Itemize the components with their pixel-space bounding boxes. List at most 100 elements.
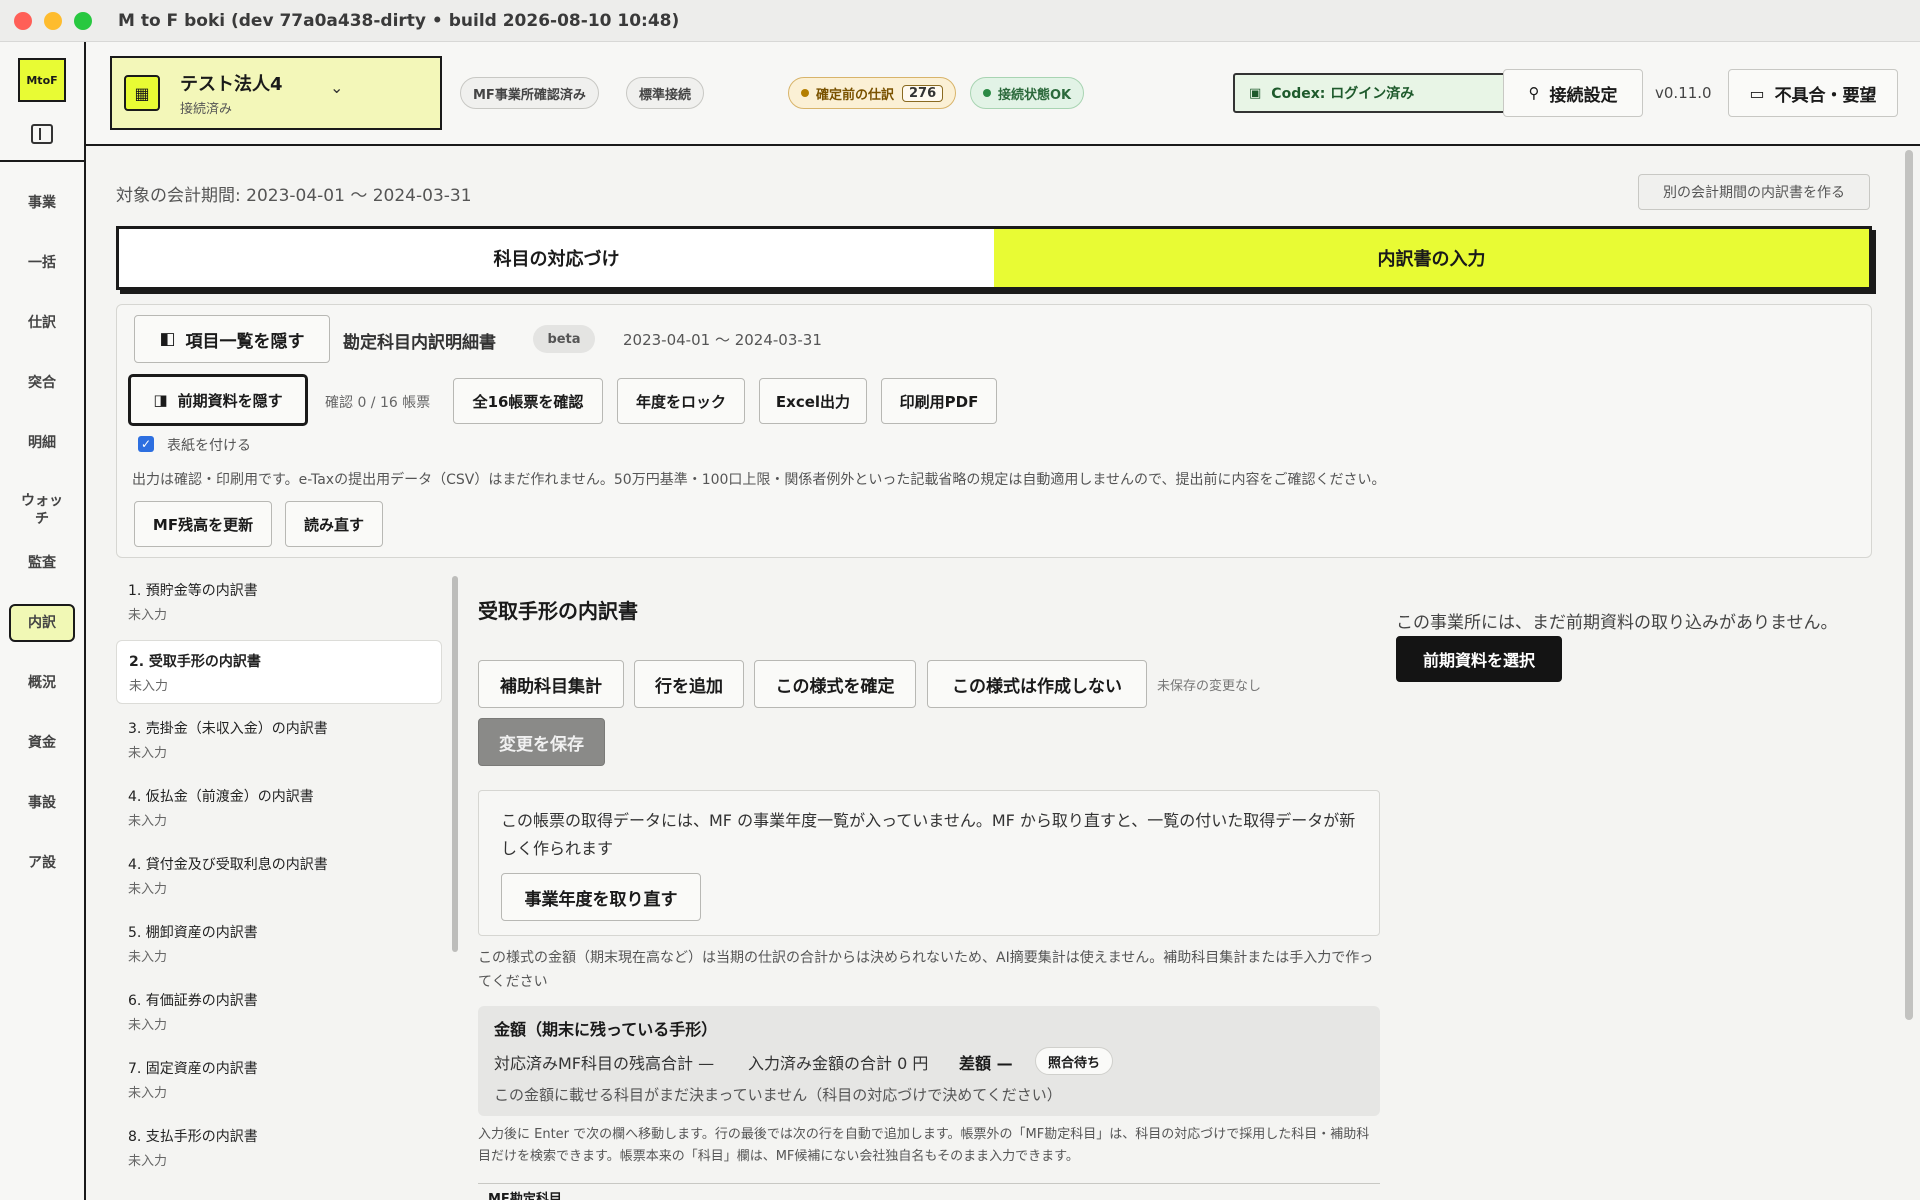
mf-confirmed-badge: MF事業所確認済み bbox=[460, 77, 599, 109]
status-dot-icon bbox=[801, 89, 809, 97]
list-item-status: 未入力 bbox=[128, 1086, 168, 1101]
rail-item-app-settings[interactable]: ア設 bbox=[9, 854, 75, 872]
sidebar-toggle-icon[interactable] bbox=[31, 124, 53, 144]
list-item[interactable]: 8. 支払手形の内訳書 未入力 bbox=[116, 1116, 442, 1180]
app-logo: MtoF bbox=[18, 58, 66, 102]
company-selector[interactable]: ▦ テスト法人4 接続済み ⌄ bbox=[110, 56, 442, 130]
list-item-status: 未入力 bbox=[128, 1154, 168, 1169]
list-item[interactable]: 1. 預貯金等の内訳書 未入力 bbox=[116, 570, 442, 634]
list-item[interactable]: 5. 棚卸資産の内訳書 未入力 bbox=[116, 912, 442, 976]
connection-settings-label: 接続設定 bbox=[1549, 85, 1618, 106]
refresh-mf-button[interactable]: MF残高を更新 bbox=[134, 501, 272, 547]
refetch-year-button[interactable]: 事業年度を取り直す bbox=[501, 873, 701, 921]
hide-list-label: 項目一覧を隠す bbox=[185, 331, 305, 352]
list-item[interactable]: 4. 貸付金及び受取利息の内訳書 未入力 bbox=[116, 844, 442, 908]
difference-value: 差額 — bbox=[959, 1054, 1013, 1073]
reload-button[interactable]: 読み直す bbox=[285, 501, 383, 547]
list-item-title: 3. 売掛金（未収入金）の内訳書 bbox=[128, 721, 328, 737]
list-item[interactable]: 4. 仮払金（前渡金）の内訳書 未入力 bbox=[116, 776, 442, 840]
window-controls bbox=[14, 11, 92, 30]
tab-breakdown-input[interactable]: 内訳書の入力 bbox=[994, 229, 1869, 287]
confirm-all-button[interactable]: 全16帳票を確認 bbox=[453, 378, 603, 424]
hide-prev-label: 前期資料を隠す bbox=[177, 391, 283, 410]
beta-badge: beta bbox=[533, 325, 595, 353]
tab-account-mapping[interactable]: 科目の対応づけ bbox=[119, 229, 994, 287]
confirm-status: 確認 0 / 16 帳票 bbox=[325, 395, 431, 411]
minimize-window-button[interactable] bbox=[44, 11, 62, 30]
pending-label: 確定前の仕訳 bbox=[816, 87, 895, 103]
building-icon: ▦ bbox=[124, 75, 160, 111]
table-header-mf-account: MF勘定科目 bbox=[488, 1192, 562, 1200]
list-item[interactable]: 3. 売掛金（未収入金）の内訳書 未入力 bbox=[116, 708, 442, 772]
list-scrollbar[interactable] bbox=[452, 576, 458, 952]
list-item-status: 未入力 bbox=[128, 814, 168, 829]
hide-list-button[interactable]: ◧ 項目一覧を隠す bbox=[134, 315, 330, 363]
connection-settings-button[interactable]: ⚲ 接続設定 bbox=[1503, 69, 1643, 117]
app-version: v0.11.0 bbox=[1655, 84, 1712, 102]
rail-item-breakdown[interactable]: 内訳 bbox=[9, 604, 75, 642]
rail-item-business-settings[interactable]: 事設 bbox=[9, 794, 75, 812]
standard-connection-badge: 標準接続 bbox=[626, 77, 705, 109]
list-item[interactable]: 6. 有価証券の内訳書 未入力 bbox=[116, 980, 442, 1044]
ai-unavailable-note: この様式の金額（期末現在高など）は当期の仕訳の合計からは決められないため、AI摘… bbox=[478, 950, 1374, 990]
hide-prev-button[interactable]: ◨ 前期資料を隠す bbox=[129, 375, 307, 425]
print-pdf-button[interactable]: 印刷用PDF bbox=[881, 378, 997, 424]
rail-item-watch[interactable]: ウォッ チ bbox=[9, 492, 75, 528]
list-item-title: 5. 棚卸資産の内訳書 bbox=[128, 925, 258, 941]
rail-item-journal[interactable]: 仕訳 bbox=[9, 314, 75, 332]
main-scrollbar[interactable] bbox=[1905, 150, 1913, 1020]
form-list: 1. 預貯金等の内訳書 未入力 2. 受取手形の内訳書 未入力 3. 売掛金（未… bbox=[116, 570, 442, 1200]
amount-note: この金額に載せる科目がまだ決まっていません（科目の対応づけで決めてください） bbox=[494, 1086, 1062, 1104]
rail-item-funds[interactable]: 資金 bbox=[9, 734, 75, 752]
cover-checkbox[interactable]: ✓ bbox=[138, 436, 154, 452]
rail-item-audit[interactable]: 監査 bbox=[9, 554, 75, 572]
list-item-status: 未入力 bbox=[128, 882, 168, 897]
amount-summary: 金額（期末に残っている手形） 対応済みMF科目の残高合計 — 入力済み金額の合計… bbox=[478, 1006, 1380, 1116]
sub-aggregate-button[interactable]: 補助科目集計 bbox=[478, 660, 624, 708]
chip-icon: ▣ bbox=[1249, 85, 1262, 101]
enter-help-note: 入力後に Enter で次の欄へ移動します。行の最後では次の行を自動で追加します… bbox=[478, 1127, 1370, 1164]
lock-year-button[interactable]: 年度をロック bbox=[617, 378, 745, 424]
close-window-button[interactable] bbox=[14, 11, 32, 30]
title-bar: M to F boki (dev 77a0a438-dirty • build … bbox=[0, 0, 1920, 42]
list-item-status: 未入力 bbox=[128, 1018, 168, 1033]
company-status: 接続済み bbox=[180, 102, 233, 117]
rail-item-bulk[interactable]: 一括 bbox=[9, 254, 75, 272]
feedback-button[interactable]: ▭ 不具合・要望 bbox=[1728, 69, 1898, 117]
rail-item-overview[interactable]: 概況 bbox=[9, 674, 75, 692]
no-prev-message: この事業所には、まだ前期資料の取り込みがありません。 bbox=[1396, 613, 1838, 633]
zoom-window-button[interactable] bbox=[74, 11, 92, 30]
chevron-down-icon: ⌄ bbox=[330, 78, 344, 97]
codex-label: Codex: ログイン済み bbox=[1271, 86, 1415, 102]
connection-ok-label: 接続状態OK bbox=[998, 87, 1072, 103]
list-item-title: 7. 固定資産の内訳書 bbox=[128, 1061, 258, 1077]
other-period-button[interactable]: 別の会計期間の内訳書を作る bbox=[1638, 174, 1870, 210]
window-title: M to F boki (dev 77a0a438-dirty • build … bbox=[118, 10, 680, 31]
rail-item-business[interactable]: 事業 bbox=[9, 194, 75, 212]
amount-title: 金額（期末に残っている手形） bbox=[494, 1020, 718, 1039]
panel-collapse-icon: ◧ bbox=[159, 329, 176, 349]
list-item-title: 2. 受取手形の内訳書 bbox=[129, 654, 261, 670]
refetch-notice-text: この帳票の取得データには、MF の事業年度一覧が入っていません。MF から取り直… bbox=[501, 811, 1356, 858]
rail-item-details[interactable]: 明細 bbox=[9, 434, 75, 452]
list-item[interactable]: 7. 固定資産の内訳書 未入力 bbox=[116, 1048, 442, 1112]
save-button[interactable]: 変更を保存 bbox=[478, 718, 605, 766]
rail-item-reconcile[interactable]: 突合 bbox=[9, 374, 75, 392]
status-badge: 照合待ち bbox=[1035, 1047, 1114, 1075]
list-item-title: 8. 支払手形の内訳書 bbox=[128, 1129, 258, 1145]
confirm-format-button[interactable]: この様式を確定 bbox=[754, 660, 916, 708]
excel-export-button[interactable]: Excel出力 bbox=[759, 378, 867, 424]
list-item-title: 4. 貸付金及び受取利息の内訳書 bbox=[128, 857, 328, 873]
mf-balance-total: 対応済みMF科目の残高合計 — bbox=[494, 1054, 715, 1073]
app-header: ▦ テスト法人4 接続済み ⌄ MF事業所確認済み 標準接続 確定前の仕訳 27… bbox=[86, 42, 1920, 146]
select-prev-button[interactable]: 前期資料を選択 bbox=[1396, 636, 1562, 682]
pending-journals-badge[interactable]: 確定前の仕訳 276 bbox=[788, 77, 957, 109]
output-disclaimer: 出力は確認・印刷用です。e-Taxの提出用データ（CSV）はまだ作れません。50… bbox=[132, 472, 1386, 488]
table-header: MF勘定科目 bbox=[478, 1183, 1380, 1200]
feedback-label: 不具合・要望 bbox=[1774, 85, 1877, 106]
add-row-button[interactable]: 行を追加 bbox=[634, 660, 744, 708]
skip-format-button[interactable]: この様式は作成しない bbox=[927, 660, 1147, 708]
list-item[interactable]: 2. 受取手形の内訳書 未入力 bbox=[116, 640, 442, 704]
list-item-status: 未入力 bbox=[128, 608, 168, 623]
list-item-title: 1. 預貯金等の内訳書 bbox=[128, 583, 258, 599]
